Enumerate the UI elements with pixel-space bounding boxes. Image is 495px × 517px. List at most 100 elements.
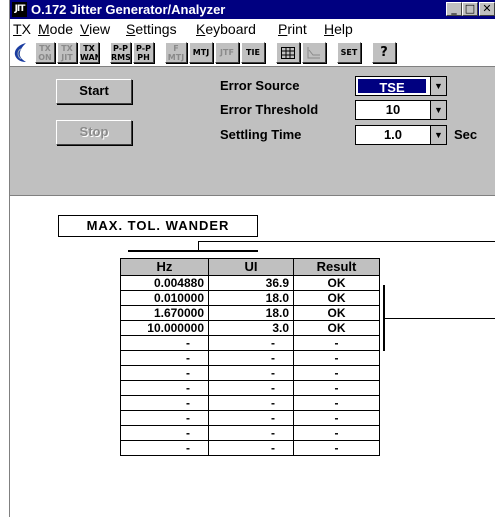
- title-bar[interactable]: JIT O.172 Jitter Generator/Analyzer _ □ …: [10, 0, 495, 19]
- cell-ui: 3.0: [208, 320, 294, 336]
- mtj-button[interactable]: MTJ: [189, 42, 213, 63]
- table-row: 0.004880 36.9 OK: [120, 275, 380, 291]
- cell-result: -: [293, 380, 380, 396]
- table-row: ---: [120, 380, 380, 396]
- cell-ui: -: [208, 380, 294, 396]
- cell-result: -: [293, 395, 380, 411]
- cell-hz: -: [120, 410, 209, 426]
- settling-time-select[interactable]: 1.0 ▼: [355, 125, 447, 145]
- error-source-value: TSE: [358, 79, 426, 95]
- table-view-button[interactable]: [276, 42, 300, 63]
- settling-time-value: 1.0: [383, 127, 403, 142]
- window-title: O.172 Jitter Generator/Analyzer: [31, 2, 226, 17]
- cell-hz: 1.670000: [120, 305, 209, 321]
- cell-result: -: [293, 350, 380, 366]
- pp-ph-button[interactable]: P-P PH: [133, 42, 154, 63]
- cell-ui: -: [208, 425, 294, 441]
- table-icon: [281, 47, 295, 59]
- minimize-button[interactable]: _: [446, 2, 462, 16]
- tie-button[interactable]: TIE: [241, 42, 265, 63]
- cell-ui: 36.9: [208, 275, 294, 291]
- toolbar: TXON TXJIT TXWAN P-PRMS P-PPH FMTJ MTJ J…: [10, 39, 495, 65]
- maximize-button[interactable]: □: [462, 2, 478, 16]
- logo-icon: [14, 43, 26, 62]
- cell-hz: -: [120, 395, 209, 411]
- table-row: ---: [120, 410, 380, 426]
- cell-ui: -: [208, 350, 294, 366]
- cell-result: OK: [293, 290, 380, 306]
- cell-ui: 18.0: [208, 290, 294, 306]
- measurement-title: MAX. TOL. WANDER: [58, 215, 258, 237]
- cell-result: -: [293, 440, 380, 456]
- cell-hz: -: [120, 365, 209, 381]
- menu-print[interactable]: Print: [278, 21, 307, 37]
- table-row: ---: [120, 440, 380, 456]
- control-panel: Start Stop Error Source TSE ▼ Error Thre…: [10, 66, 495, 196]
- settling-time-unit: Sec: [454, 127, 478, 142]
- cell-ui: -: [208, 365, 294, 381]
- graph-icon: [307, 47, 320, 59]
- menu-settings[interactable]: Settings: [126, 21, 177, 37]
- menu-view[interactable]: View: [80, 21, 110, 37]
- bracket-line: [198, 241, 199, 251]
- table-header-row: Hz UI Result: [120, 258, 380, 276]
- app-window: JIT O.172 Jitter Generator/Analyzer _ □ …: [9, 0, 495, 517]
- callout-line: [383, 318, 495, 319]
- cell-hz: 10.000000: [120, 320, 209, 336]
- menu-bar: TX Mode View Settings Keyboard Print Help: [10, 19, 495, 39]
- cell-ui: -: [208, 440, 294, 456]
- tx-on-button[interactable]: TX ON: [35, 42, 55, 63]
- chevron-down-icon[interactable]: ▼: [430, 101, 446, 119]
- pp-rms-button[interactable]: P-P RMS: [110, 42, 131, 63]
- tx-wan-button[interactable]: TXWAN: [79, 42, 99, 63]
- error-source-select[interactable]: TSE ▼: [355, 76, 447, 96]
- graph-view-button[interactable]: [302, 42, 326, 63]
- table-row: 1.670000 18.0 OK: [120, 305, 380, 321]
- callout-line: [198, 241, 495, 242]
- cell-ui: -: [208, 395, 294, 411]
- cell-result: -: [293, 365, 380, 381]
- cell-result: -: [293, 425, 380, 441]
- cell-result: OK: [293, 305, 380, 321]
- error-source-label: Error Source: [220, 78, 300, 93]
- cell-ui: -: [208, 410, 294, 426]
- start-button[interactable]: Start: [56, 79, 132, 104]
- column-header-hz: Hz: [120, 258, 209, 276]
- tx-jit-button[interactable]: TX JIT: [57, 42, 77, 63]
- table-row: ---: [120, 365, 380, 381]
- column-header-ui: UI: [208, 258, 294, 276]
- f-mtj-button[interactable]: F MTJ: [165, 42, 187, 63]
- error-threshold-select[interactable]: 10 ▼: [355, 100, 447, 120]
- help-button[interactable]: ?: [372, 42, 396, 63]
- results-table: Hz UI Result 0.004880 36.9 OK 0.010000 18.0 O…: [120, 258, 380, 456]
- cell-result: -: [293, 335, 380, 351]
- menu-tx[interactable]: TX: [13, 21, 31, 37]
- cell-ui: 18.0: [208, 305, 294, 321]
- menu-keyboard[interactable]: Keyboard: [196, 21, 256, 37]
- set-button[interactable]: SET: [337, 42, 361, 63]
- stop-button[interactable]: Stop: [56, 120, 132, 145]
- cell-result: OK: [293, 275, 380, 291]
- cell-hz: -: [120, 380, 209, 396]
- cell-hz: 0.004880: [120, 275, 209, 291]
- cell-result: -: [293, 410, 380, 426]
- error-threshold-value: 10: [385, 102, 401, 117]
- cell-hz: -: [120, 335, 209, 351]
- cell-result: OK: [293, 320, 380, 336]
- chevron-down-icon[interactable]: ▼: [430, 126, 446, 144]
- menu-mode[interactable]: Mode: [38, 21, 73, 37]
- column-header-result: Result: [293, 258, 380, 276]
- app-icon[interactable]: JIT: [12, 2, 27, 17]
- table-row: ---: [120, 335, 380, 351]
- cell-hz: 0.010000: [120, 290, 209, 306]
- bracket-line: [128, 250, 258, 252]
- table-row: ---: [120, 425, 380, 441]
- cell-ui: -: [208, 335, 294, 351]
- menu-help[interactable]: Help: [324, 21, 353, 37]
- close-button[interactable]: ✕: [479, 2, 495, 16]
- jtf-button[interactable]: JTF: [215, 42, 239, 63]
- chevron-down-icon[interactable]: ▼: [430, 77, 446, 95]
- table-row: 0.010000 18.0 OK: [120, 290, 380, 306]
- table-row: ---: [120, 350, 380, 366]
- table-row: 10.000000 3.0 OK: [120, 320, 380, 336]
